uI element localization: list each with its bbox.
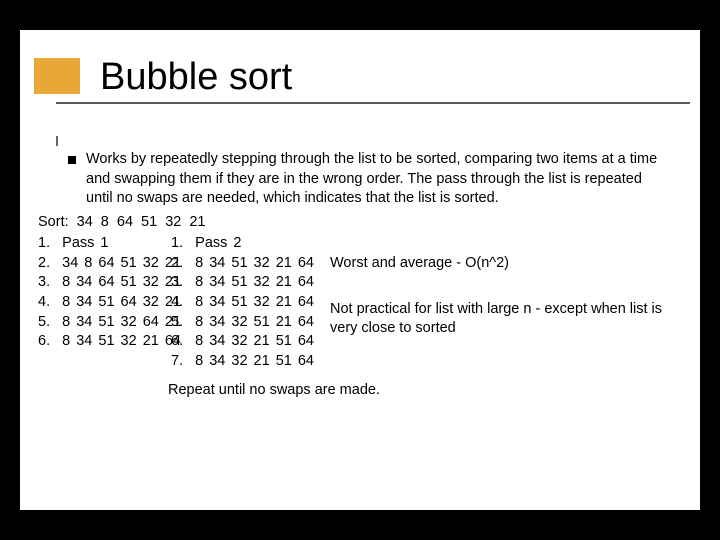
pass-1-row: 5. 8 34 51 32 64 21 (38, 313, 181, 333)
pass-1-header: 1. Pass 1 (38, 234, 181, 254)
practicality-note: Not practical for list with large n - ex… (330, 300, 666, 339)
pass-1-row: 2. 34 8 64 51 32 21 (38, 254, 181, 274)
pass-1-row: 4. 8 34 51 64 32 21 (38, 293, 181, 313)
pass-2-column: 1. Pass 2 2. 8 34 51 32 21 64 3. 8 34 51… (171, 234, 314, 371)
pass-2-row: 4. 8 34 51 32 21 64 (171, 293, 314, 313)
slide-title: Bubble sort (20, 58, 700, 96)
pass-2-row: 3. 8 34 51 32 21 64 (171, 273, 314, 293)
pass-2-row: 2. 8 34 51 32 21 64 (171, 254, 314, 274)
slide: Bubble sort Works by repeatedly stepping… (20, 30, 700, 510)
title-underline (56, 102, 690, 104)
pass-1-row: 6. 8 34 51 32 21 64 (38, 332, 181, 352)
passes-container: 1. Pass 1 2. 34 8 64 51 32 21 3. 8 34 64… (38, 234, 666, 371)
pass-1-column: 1. Pass 1 2. 34 8 64 51 32 21 3. 8 34 64… (38, 234, 181, 371)
pass-2-header: 1. Pass 2 (171, 234, 314, 254)
repeat-note: Repeat until no swaps are made. (168, 381, 666, 401)
pass-2-row: 5. 8 34 32 51 21 64 (171, 313, 314, 333)
square-bullet-icon (68, 156, 76, 164)
pass-1-row: 3. 8 34 64 51 32 21 (38, 273, 181, 293)
complexity-note: Worst and average - O(n^2) (330, 254, 666, 274)
pass-2-row: 6. 8 34 32 21 51 64 (171, 332, 314, 352)
bullet-text: Works by repeatedly stepping through the… (86, 150, 666, 209)
sort-line: Sort: 34 8 64 51 32 21 (38, 213, 666, 233)
pass-2-row: 7. 8 34 32 21 51 64 (171, 352, 314, 372)
side-notes: Worst and average - O(n^2) Not practical… (330, 234, 666, 371)
title-area: Bubble sort (20, 30, 700, 96)
body: Works by repeatedly stepping through the… (68, 150, 666, 401)
tick-mark (56, 136, 58, 146)
bullet-item: Works by repeatedly stepping through the… (68, 150, 666, 209)
